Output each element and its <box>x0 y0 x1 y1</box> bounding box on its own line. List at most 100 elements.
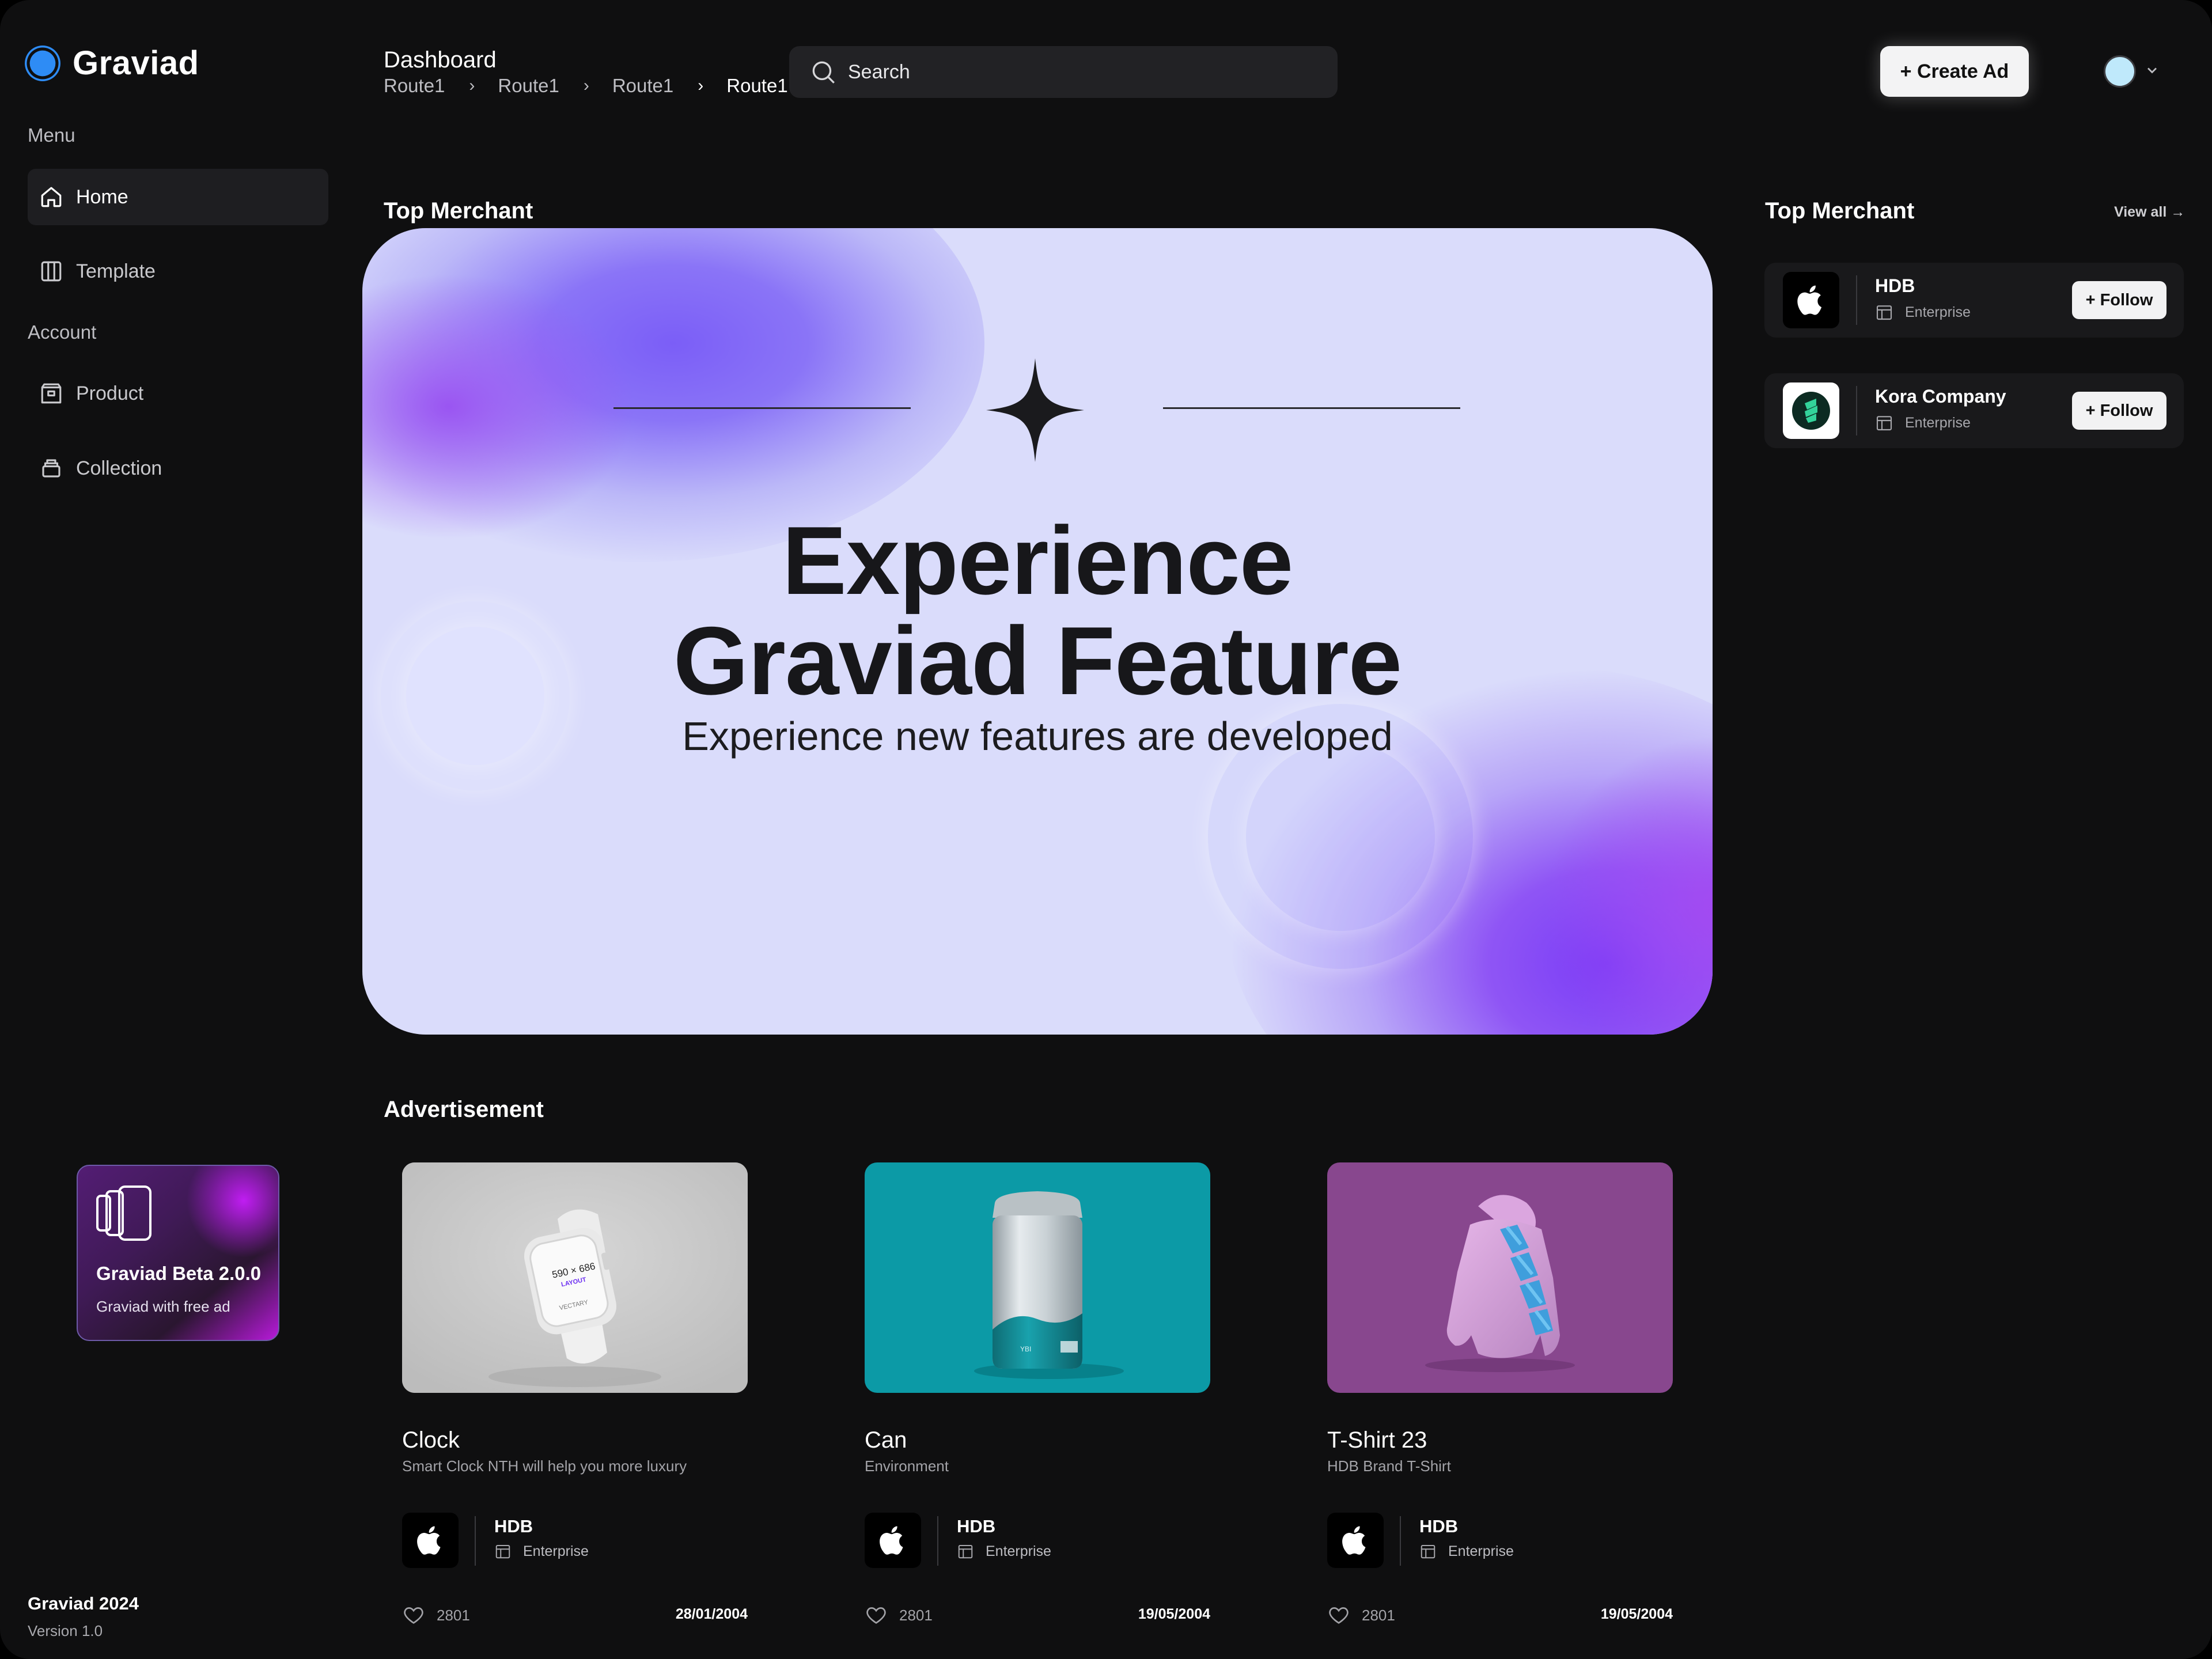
ad-card[interactable]: 590 × 686 LAYOUT VECTARY Clock Smart Clo… <box>402 1162 748 1624</box>
ad-card[interactable]: T-Shirt 23 HDB Brand T-Shirt HDB Enterpr… <box>1327 1162 1673 1624</box>
hero-subtitle: Experience new features are developed <box>682 714 1393 759</box>
hero-title: Experience Graviad Feature <box>673 506 1402 715</box>
divider <box>1856 386 1857 435</box>
view-all-link[interactable]: View all → <box>2114 204 2185 221</box>
merchant-type-label: Enterprise <box>1905 304 1971 320</box>
menu-heading: Menu <box>28 124 75 146</box>
svg-text:YBI: YBI <box>1020 1345 1031 1353</box>
merchant-card[interactable]: Kora Company Enterprise + Follow <box>1764 373 2184 448</box>
hoodie-image <box>1425 1195 1575 1372</box>
ad-title[interactable]: Can <box>865 1427 907 1453</box>
breadcrumb-item[interactable]: Route1 <box>612 75 673 97</box>
merchant-card[interactable]: HDB Enterprise + Follow <box>1764 263 2184 338</box>
advertisement-title: Advertisement <box>384 1097 544 1122</box>
chevron-right-icon: › <box>698 76 704 95</box>
ad-image-hoodie[interactable] <box>1327 1162 1673 1393</box>
heart-icon[interactable] <box>865 1604 888 1627</box>
create-ad-button[interactable]: + Create Ad <box>1880 46 2029 97</box>
ad-description: Environment <box>865 1457 949 1475</box>
heart-icon[interactable] <box>1327 1604 1350 1627</box>
ad-description: HDB Brand T-Shirt <box>1327 1457 1451 1475</box>
search-input[interactable]: Search <box>789 46 1338 98</box>
breadcrumb: Route1 › Route1 › Route1 › Route1 <box>384 75 788 97</box>
likes[interactable]: 2801 <box>865 1604 933 1627</box>
merchants-title: Top Merchant <box>1765 198 1915 224</box>
merchant-name: HDB <box>1419 1516 1459 1536</box>
breadcrumb-item[interactable]: Route1 <box>384 75 445 97</box>
merchant-name: HDB <box>494 1516 533 1536</box>
ad-image-can[interactable]: YBI <box>865 1162 1210 1393</box>
brand-logo[interactable]: Graviad <box>28 44 199 82</box>
footer-version: Version 1.0 <box>28 1622 103 1639</box>
kora-logo-icon <box>1783 382 1839 439</box>
likes-count: 2801 <box>437 1606 470 1624</box>
hero-banner[interactable]: Experience Graviad Feature Experience ne… <box>362 228 1713 1035</box>
divider <box>1400 1516 1401 1566</box>
page-title: Dashboard <box>384 47 497 73</box>
breadcrumb-item[interactable]: Route1 <box>498 75 559 97</box>
store-icon <box>1876 305 1892 320</box>
collection-icon <box>42 459 60 478</box>
decor-circle <box>1246 742 1435 931</box>
ad-date: 19/05/2004 <box>1138 1606 1210 1622</box>
merchant-type-label: Enterprise <box>986 1543 1051 1559</box>
sidebar-item-template[interactable]: Template <box>28 243 328 300</box>
hero-section-label: Top Merchant <box>384 198 533 224</box>
divider <box>1856 275 1857 325</box>
merchant-type: Enterprise <box>494 1543 589 1560</box>
ad-card[interactable]: YBI Can Environment HDB Enterprise 2801 … <box>865 1162 1210 1624</box>
ad-description: Smart Clock NTH will help you more luxur… <box>402 1457 687 1475</box>
promo-title: Graviad Beta 2.0.0 <box>96 1263 262 1284</box>
merchant-type: Enterprise <box>1875 303 1971 321</box>
merchant-type-label: Enterprise <box>523 1543 589 1559</box>
ad-title[interactable]: T-Shirt 23 <box>1327 1427 1427 1453</box>
divider-line <box>1163 407 1460 409</box>
chevron-down-icon[interactable] <box>2144 62 2160 78</box>
promo-card[interactable]: Graviad Beta 2.0.0 Graviad with free ad <box>77 1165 279 1341</box>
footer-title: Graviad 2024 <box>28 1593 139 1613</box>
ad-image-watch[interactable]: 590 × 686 LAYOUT VECTARY <box>402 1162 748 1393</box>
sidebar-item-label: Template <box>76 260 156 282</box>
account-heading: Account <box>28 321 97 343</box>
template-icon <box>41 261 62 282</box>
divider <box>475 1516 476 1566</box>
likes[interactable]: 2801 <box>1327 1604 1395 1627</box>
ad-title[interactable]: Clock <box>402 1427 460 1453</box>
sidebar-item-label: Product <box>76 382 144 404</box>
store-icon <box>1421 1545 1435 1559</box>
can-image: YBI <box>974 1191 1124 1379</box>
apple-logo-icon <box>1327 1513 1384 1568</box>
ad-date: 19/05/2004 <box>1600 1606 1673 1622</box>
merchant-type: Enterprise <box>1875 414 1971 432</box>
follow-button[interactable]: + Follow <box>2072 392 2166 430</box>
product-icon <box>41 383 62 404</box>
search-icon <box>812 61 835 84</box>
merchant-type-label: Enterprise <box>1448 1543 1514 1559</box>
sidebar-item-label: Collection <box>76 457 162 479</box>
sidebar-item-home[interactable]: Home <box>28 169 328 225</box>
breadcrumb-current: Route1 <box>726 75 788 96</box>
sparkle-icon <box>986 358 1084 462</box>
likes[interactable]: 2801 <box>402 1604 470 1627</box>
chevron-right-icon: › <box>583 76 589 95</box>
follow-button[interactable]: + Follow <box>2072 281 2166 319</box>
likes-count: 2801 <box>899 1606 933 1624</box>
brand-name: Graviad <box>73 44 199 82</box>
chevron-right-icon: › <box>469 76 475 95</box>
merchant-name: HDB <box>1875 275 1915 296</box>
merchant-type: Enterprise <box>1419 1543 1514 1560</box>
sidebar-item-collection[interactable]: Collection <box>28 440 328 497</box>
heart-icon[interactable] <box>402 1604 425 1627</box>
apple-logo-icon <box>402 1513 459 1568</box>
promo-subtitle: Graviad with free ad <box>96 1298 230 1315</box>
divider-line <box>613 407 911 409</box>
divider <box>937 1516 938 1566</box>
devices-icon <box>96 1185 151 1241</box>
avatar[interactable] <box>2104 55 2136 88</box>
sidebar-item-product[interactable]: Product <box>28 365 328 422</box>
likes-count: 2801 <box>1362 1606 1395 1624</box>
merchant-type-label: Enterprise <box>1905 414 1971 431</box>
merchant-name: HDB <box>957 1516 996 1536</box>
home-icon <box>41 187 62 207</box>
store-icon <box>958 1545 973 1559</box>
